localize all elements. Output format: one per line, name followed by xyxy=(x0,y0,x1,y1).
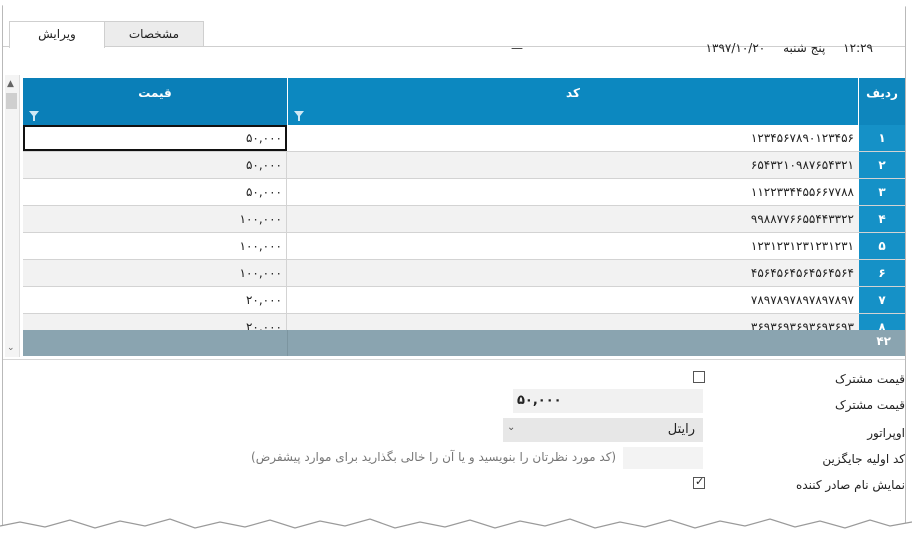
column-header-code[interactable]: کد xyxy=(288,78,858,125)
table-row[interactable]: ۲۰,۰۰۰ ۷۸۹۷۸۹۷۸۹۷۸۹۷۸۹۷ ۷ xyxy=(23,287,905,314)
operator-value: رایتل xyxy=(667,422,695,437)
cell-price[interactable]: ۱۰۰,۰۰۰ xyxy=(23,233,287,259)
tab-edit[interactable]: ویرایش xyxy=(9,21,105,48)
app-window: ویرایش مشخصات — ۱۲:۲۹ پنج شنبه ۱۳۹۷/۱۰/۲… xyxy=(2,2,906,532)
table-row[interactable]: ۱۰۰,۰۰۰ ۴۵۶۴۵۶۴۵۶۴۵۶۴۵۶۴ ۶ xyxy=(23,260,905,287)
tab-specs[interactable]: مشخصات xyxy=(104,21,204,46)
check-icon: ✓ xyxy=(695,475,705,488)
cell-code[interactable]: ۴۵۶۴۵۶۴۵۶۴۵۶۴۵۶۴ xyxy=(288,260,858,286)
column-header-row[interactable]: ردیف xyxy=(859,78,905,125)
settings-form: قیمت مشترک قیمت مشترک ۵۰,۰۰۰ اوپراتور ⌄ … xyxy=(3,359,905,520)
footer-divider xyxy=(287,330,288,356)
column-title-code: کد xyxy=(566,86,580,100)
table-row[interactable]: ۲۰,۰۰۰ ۳۶۹۳۶۹۳۶۹۳۶۹۳۶۹۳ ۸ xyxy=(23,314,905,330)
cell-row-index[interactable]: ۶ xyxy=(859,260,905,286)
header-separator: — xyxy=(511,41,523,55)
scroll-down-icon[interactable]: ⌄ xyxy=(7,343,15,353)
filter-icon[interactable] xyxy=(294,111,304,121)
cell-code[interactable]: ۶۵۴۳۲۱۰۹۸۷۶۵۴۳۲۱ xyxy=(288,152,858,178)
cell-price[interactable]: ۲۰,۰۰۰ xyxy=(23,287,287,313)
torn-edge-bottom xyxy=(0,518,912,540)
cell-price[interactable]: ۱۰۰,۰۰۰ xyxy=(23,206,287,232)
shared-price-label: قیمت مشترک xyxy=(834,398,905,412)
grid-footer: ۴۲ xyxy=(23,330,905,356)
table-row[interactable]: ۱۰۰,۰۰۰ ۱۲۳۱۲۳۱۲۳۱۲۳۱۲۳۱ ۵ xyxy=(23,233,905,260)
show-issuer-label: نمایش نام صادر کننده xyxy=(796,478,905,492)
scroll-thumb[interactable] xyxy=(6,93,17,109)
torn-edge-top xyxy=(0,0,912,10)
cell-price[interactable]: ۵۰,۰۰۰ xyxy=(23,179,287,205)
operator-label: اوپراتور xyxy=(867,426,905,440)
date-time: ۱۲:۲۹ پنج شنبه ۱۳۹۷/۱۰/۲۰ xyxy=(692,41,873,55)
cell-row-index[interactable]: ۵ xyxy=(859,233,905,259)
cell-price[interactable]: ۱۰۰,۰۰۰ xyxy=(23,260,287,286)
cell-code[interactable]: ۹۹۸۸۷۷۶۶۵۵۴۴۳۳۲۲ xyxy=(288,206,858,232)
cell-price[interactable]: ۲۰,۰۰۰ xyxy=(23,314,287,330)
day-text: پنج شنبه xyxy=(783,41,826,55)
table-row[interactable]: ۱۰۰,۰۰۰ ۹۹۸۸۷۷۶۶۵۵۴۴۳۳۲۲ ۴ xyxy=(23,206,905,233)
cell-code[interactable]: ۱۲۳۱۲۳۱۲۳۱۲۳۱۲۳۱ xyxy=(288,233,858,259)
shared-price-input[interactable]: ۵۰,۰۰۰ xyxy=(513,389,703,413)
chevron-down-icon: ⌄ xyxy=(507,422,516,433)
scroll-up-icon[interactable]: ▲ xyxy=(7,79,14,89)
table-row[interactable]: ۵۰,۰۰۰ ۶۵۴۳۲۱۰۹۸۷۶۵۴۳۲۱ ۲ xyxy=(23,152,905,179)
cell-row-index[interactable]: ۲ xyxy=(859,152,905,178)
cell-price[interactable]: ۵۰,۰۰۰ xyxy=(23,152,287,178)
cell-code[interactable]: ۷۸۹۷۸۹۷۸۹۷۸۹۷۸۹۷ xyxy=(288,287,858,313)
cell-row-index[interactable]: ۳ xyxy=(859,179,905,205)
cell-code[interactable]: ۱۲۳۴۵۶۷۸۹۰۱۲۳۴۵۶ xyxy=(288,125,858,151)
initial-code-input[interactable] xyxy=(623,447,703,469)
date-text: ۱۳۹۷/۱۰/۲۰ xyxy=(705,41,766,55)
shared-price-value: ۵۰,۰۰۰ xyxy=(517,393,562,408)
cell-code[interactable]: ۱۱۲۲۳۳۴۴۵۵۶۶۷۷۸۸ xyxy=(288,179,858,205)
data-grid: ▲ ⌄ قیمت کد ردیف ۵۰,۰۰۰ ۱۲۳۴۵۶۷۸۹۰۱۲۳۴۵۶… xyxy=(3,75,905,357)
filter-icon[interactable] xyxy=(29,111,39,121)
table-row[interactable]: ۵۰,۰۰۰ ۱۱۲۲۳۳۴۴۵۵۶۶۷۷۸۸ ۳ xyxy=(23,179,905,206)
initial-code-hint: (کد مورد نظرتان را بنویسید و یا آن را خا… xyxy=(251,450,617,464)
column-header-price[interactable]: قیمت xyxy=(23,78,287,125)
cell-row-index[interactable]: ۷ xyxy=(859,287,905,313)
cell-row-index[interactable]: ۴ xyxy=(859,206,905,232)
cell-row-index[interactable]: ۱ xyxy=(859,125,905,151)
cell-code[interactable]: ۳۶۹۳۶۹۳۶۹۳۶۹۳۶۹۳ xyxy=(288,314,858,330)
operator-select[interactable]: ⌄ رایتل xyxy=(503,418,703,442)
shared-price-check-label: قیمت مشترک xyxy=(834,372,905,386)
table-row[interactable]: ۵۰,۰۰۰ ۱۲۳۴۵۶۷۸۹۰۱۲۳۴۵۶ ۱ xyxy=(23,125,905,152)
cell-price[interactable]: ۵۰,۰۰۰ xyxy=(23,125,287,151)
grid-rows: ۵۰,۰۰۰ ۱۲۳۴۵۶۷۸۹۰۱۲۳۴۵۶ ۱ ۵۰,۰۰۰ ۶۵۴۳۲۱۰… xyxy=(3,125,905,330)
show-issuer-checkbox[interactable]: ✓ xyxy=(693,475,705,489)
tab-bar: ویرایش مشخصات — ۱۲:۲۹ پنج شنبه ۱۳۹۷/۱۰/۲… xyxy=(3,19,905,55)
cell-row-index[interactable]: ۸ xyxy=(859,314,905,330)
column-title-row: ردیف xyxy=(866,86,898,100)
column-title-price: قیمت xyxy=(138,86,172,100)
time-text: ۱۲:۲۹ xyxy=(843,41,873,55)
footer-row-count: ۴۲ xyxy=(876,334,891,348)
shared-price-checkbox[interactable] xyxy=(693,371,705,383)
initial-code-label: کد اولیه جایگزین xyxy=(822,452,905,466)
